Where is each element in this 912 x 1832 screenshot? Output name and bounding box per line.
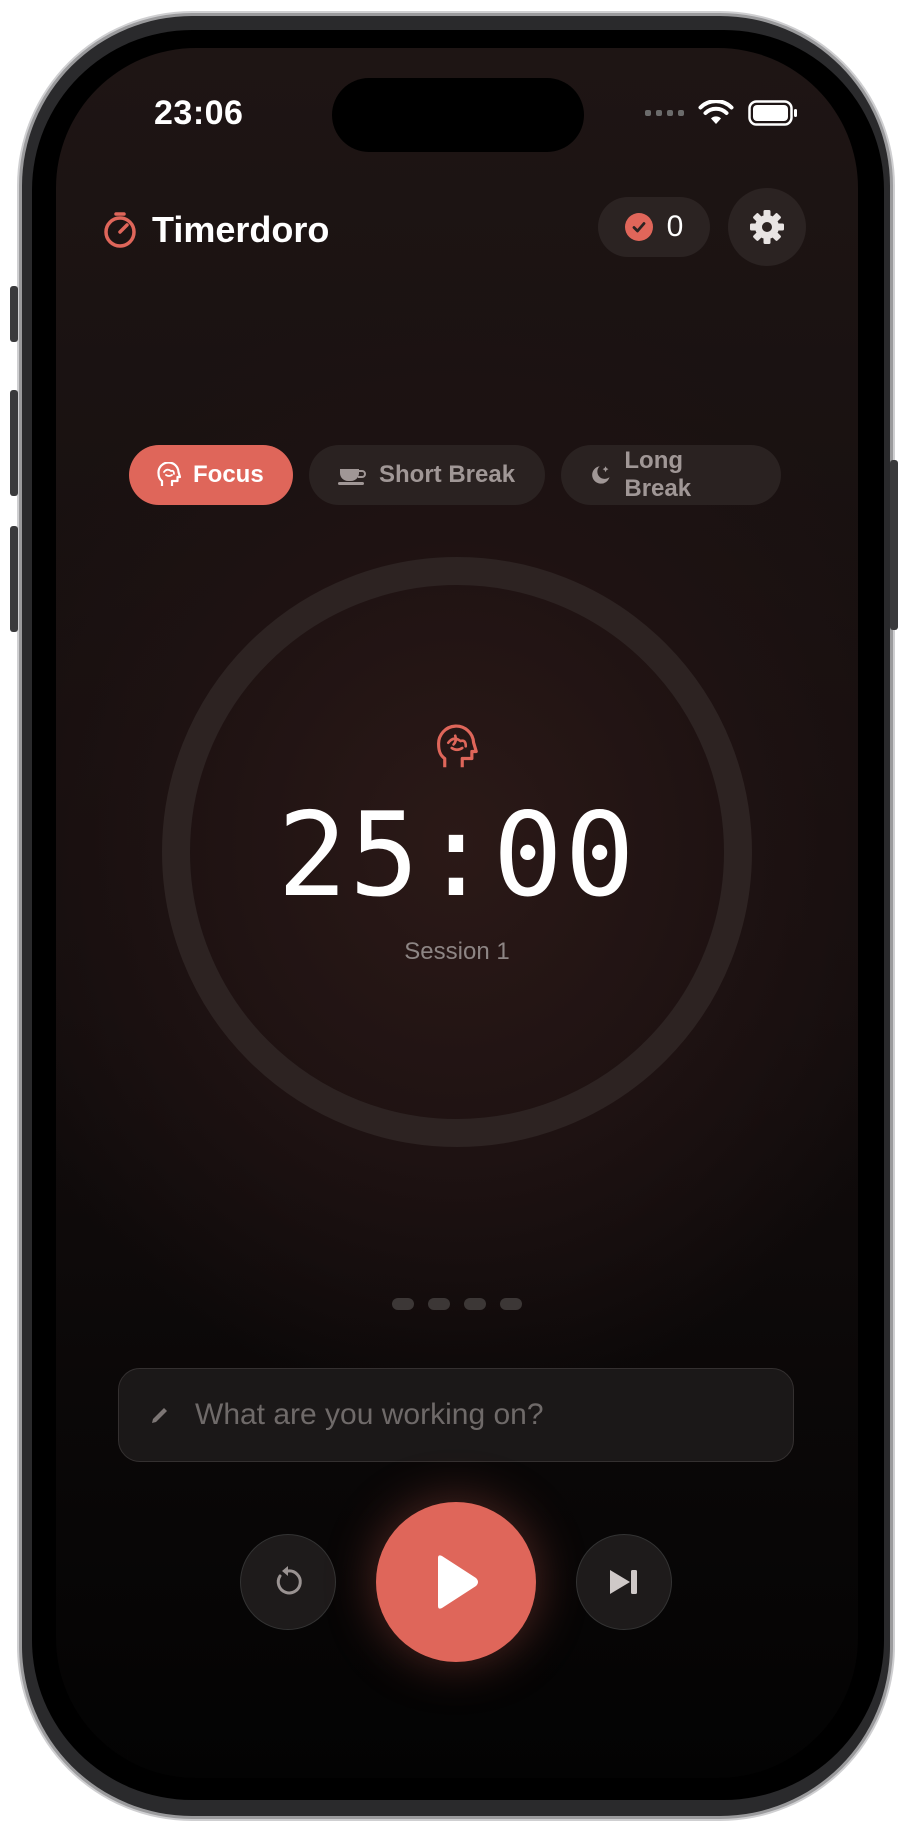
completed-count: 0 — [666, 210, 684, 243]
session-progress-dots — [392, 1298, 522, 1310]
session-dot — [392, 1298, 414, 1310]
timer-value: 25:00 — [277, 788, 637, 923]
power-button — [890, 460, 898, 630]
brain-icon — [437, 724, 478, 768]
dynamic-island — [332, 78, 584, 152]
task-input-container[interactable] — [118, 1368, 794, 1462]
settings-button[interactable] — [728, 188, 806, 266]
play-icon — [438, 1555, 478, 1609]
tab-long-break-label: Long Break — [624, 447, 692, 502]
gear-icon — [750, 210, 784, 244]
app-title: Timerdoro — [152, 209, 330, 250]
play-button[interactable] — [376, 1502, 536, 1662]
status-time: 23:06 — [154, 94, 244, 132]
skip-forward-icon — [610, 1570, 637, 1594]
cellular-signal-icon — [645, 110, 684, 116]
app-logo: Timerdoro — [102, 209, 329, 251]
tab-short-break[interactable]: Short Break — [309, 445, 545, 505]
skip-button[interactable] — [576, 1534, 672, 1630]
status-icons — [645, 100, 798, 126]
reset-icon — [276, 1566, 302, 1595]
volume-down-button — [10, 526, 18, 632]
stopwatch-icon — [104, 212, 136, 248]
completed-sessions-badge[interactable]: 0 — [598, 197, 710, 257]
session-dot — [428, 1298, 450, 1310]
task-input[interactable] — [193, 1397, 757, 1433]
pencil-icon — [152, 1408, 167, 1423]
wifi-icon — [698, 100, 734, 124]
brain-icon — [157, 462, 181, 486]
action-button — [10, 286, 18, 342]
app-screen: 23:06 Timerdoro 0 Focus Short Break Long… — [56, 48, 858, 1778]
moon-icon — [592, 466, 610, 484]
tab-focus-label: Focus — [193, 461, 264, 488]
check-icon — [624, 213, 653, 241]
session-dot — [464, 1298, 486, 1310]
battery-icon — [748, 100, 797, 126]
session-label: Session 1 — [404, 938, 510, 965]
tab-short-break-label: Short Break — [379, 461, 516, 488]
timer-display: 25:00 Session 1 — [162, 557, 752, 1147]
reset-button[interactable] — [240, 1534, 336, 1630]
session-dot — [500, 1298, 522, 1310]
tab-focus[interactable]: Focus — [129, 445, 293, 505]
volume-up-button — [10, 390, 18, 496]
coffee-cup-icon — [338, 469, 366, 485]
tab-long-break[interactable]: Long Break — [561, 445, 781, 505]
mode-tabs: Focus Short Break Long Break — [129, 445, 781, 505]
